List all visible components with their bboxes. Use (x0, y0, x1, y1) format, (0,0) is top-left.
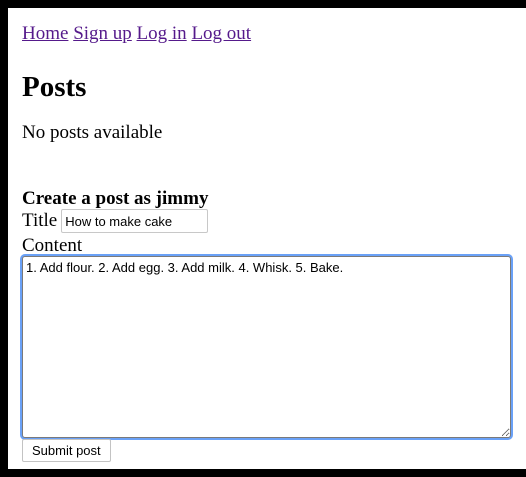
posts-heading: Posts (22, 71, 87, 103)
title-input[interactable] (61, 209, 209, 233)
nav-link-sign-up[interactable]: Sign up (73, 23, 132, 44)
content-label: Content (22, 235, 83, 256)
browser-viewport: Home Sign up Log in Log out Posts No pos… (8, 8, 526, 469)
nav-link-log-in[interactable]: Log in (137, 23, 187, 44)
submit-post-button[interactable]: Submit post (22, 439, 111, 462)
title-label: Title (22, 210, 58, 231)
nav-link-log-out[interactable]: Log out (191, 23, 251, 44)
empty-posts-message: No posts available (22, 122, 163, 143)
title-row: Title (22, 209, 209, 233)
create-post-heading: Create a post as jimmy (22, 188, 209, 209)
top-nav: Home Sign up Log in Log out (22, 23, 251, 45)
page-content: Home Sign up Log in Log out Posts No pos… (22, 8, 526, 469)
content-textarea[interactable]: 1. Add flour. 2. Add egg. 3. Add milk. 4… (22, 256, 511, 438)
nav-link-home[interactable]: Home (22, 23, 68, 44)
